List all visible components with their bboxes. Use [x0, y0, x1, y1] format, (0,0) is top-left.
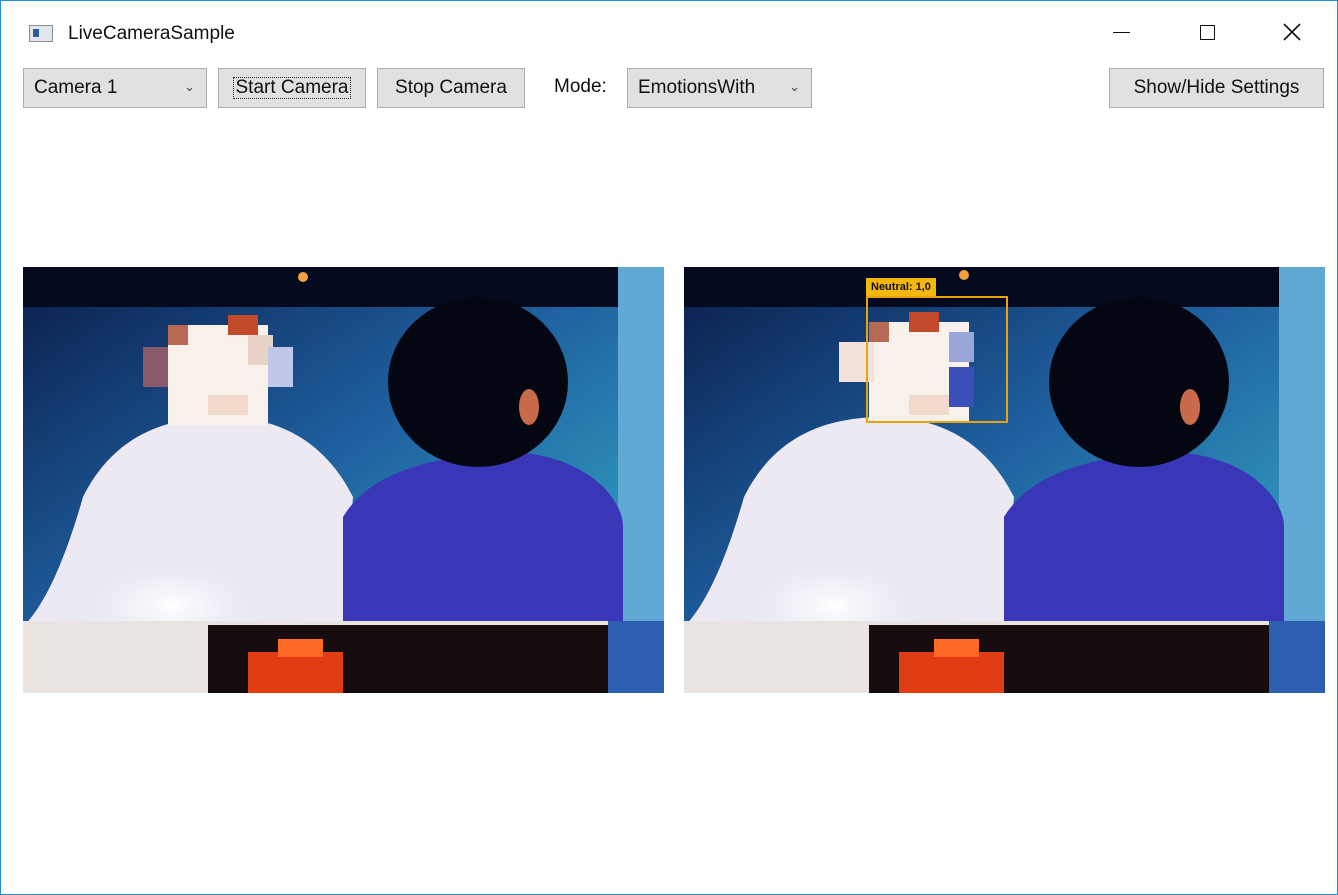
mode-select[interactable]: EmotionsWith ⌄: [627, 68, 812, 108]
camera-image: [23, 267, 664, 693]
chevron-down-icon: ⌄: [789, 79, 800, 94]
close-button[interactable]: [1269, 15, 1315, 49]
chevron-down-icon: ⌄: [184, 79, 195, 94]
mode-label: Mode:: [554, 76, 607, 97]
app-window: LiveCameraSample Camera 1 ⌄ Start Camera…: [0, 0, 1338, 895]
left-camera-feed: [23, 267, 664, 693]
emotion-label: Neutral: 1,0: [866, 278, 936, 296]
title-bar[interactable]: LiveCameraSample: [1, 1, 1337, 59]
show-hide-settings-button[interactable]: Show/Hide Settings: [1109, 68, 1324, 108]
window-title: LiveCameraSample: [68, 23, 235, 44]
maximize-icon: [1199, 24, 1215, 40]
face-detection-box: [866, 296, 1008, 423]
start-camera-label: Start Camera: [230, 74, 355, 102]
minimize-icon: [1112, 31, 1130, 33]
camera-select[interactable]: Camera 1 ⌄: [23, 68, 207, 108]
app-window-icon: [29, 25, 53, 42]
stop-camera-label: Stop Camera: [395, 77, 507, 98]
mode-select-value: EmotionsWith: [638, 77, 756, 98]
stop-camera-button[interactable]: Stop Camera: [377, 68, 525, 108]
minimize-button[interactable]: [1098, 15, 1144, 49]
show-hide-settings-label: Show/Hide Settings: [1133, 77, 1300, 98]
camera-select-value: Camera 1: [34, 77, 118, 98]
close-icon: [1283, 23, 1301, 41]
maximize-button[interactable]: [1184, 15, 1230, 49]
start-camera-button[interactable]: Start Camera: [218, 68, 366, 108]
